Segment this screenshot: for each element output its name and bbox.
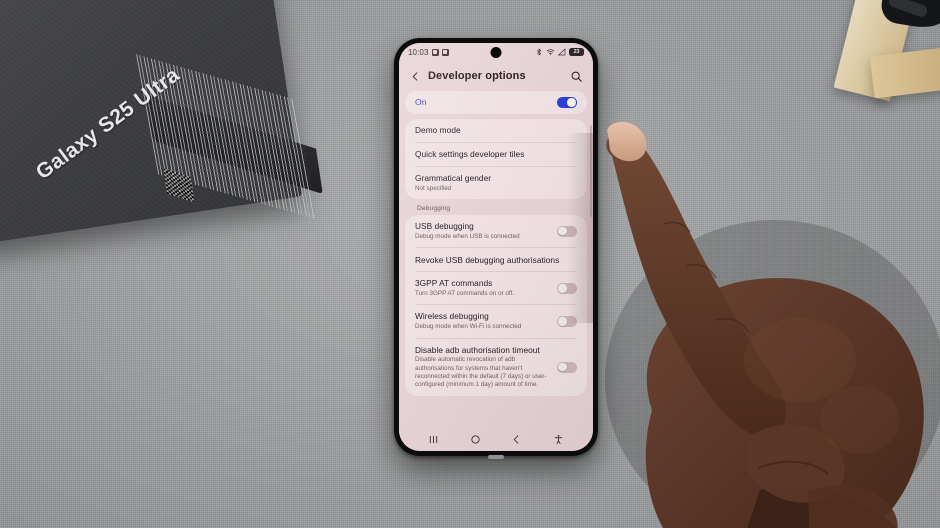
wireless-debugging-toggle[interactable] [557,316,577,328]
row-subtitle: Not specified [415,184,452,192]
row-subtitle: Debug mode when USB is connected [415,233,520,241]
status-bar-left: 10:03 [408,48,449,57]
row-wireless-debugging[interactable]: Wireless debugging Debug mode when Wi-Fi… [405,305,587,337]
3gpp-at-commands-toggle[interactable] [557,282,577,294]
row-disable-adb-authorisation-timeout[interactable]: Disable adb authorisation timeout Disabl… [405,339,587,396]
bluetooth-icon [537,48,542,56]
search-icon[interactable] [570,70,583,83]
app-bar: Developer options [399,61,593,91]
row-title: Grammatical gender [415,173,492,183]
product-box: Galaxy S25 Ultra [0,0,323,245]
finger-crease [715,317,749,333]
home-icon[interactable] [467,431,483,447]
master-toggle-card: On [405,91,587,114]
settings-group-debugging: USB debugging Debug mode when USB is con… [405,215,587,396]
settings-list[interactable]: On Demo mode Quick settings developer ti… [399,91,593,427]
finger-crease [685,263,717,279]
row-subtitle: Disable automatic revocation of adb auth… [415,356,547,389]
middle-finger [746,424,845,503]
media-icon [441,48,449,56]
finger-crease [663,221,691,233]
signal-icon [558,48,566,56]
scene: Galaxy S25 Ultra 10:03 23 Developer opti… [0,0,940,528]
navigation-bar [399,427,593,451]
hand-back [645,277,924,528]
hand-shadow [605,220,940,528]
row-3gpp-at-commands[interactable]: 3GPP AT commands Turn 3GPP AT commands o… [405,272,587,304]
row-subtitle: Debug mode when Wi-Fi is connected [415,323,522,331]
usb-debugging-toggle[interactable] [557,225,577,237]
section-header-debugging: Debugging [417,205,451,213]
wrist [747,487,897,528]
screenshot-icon [431,48,439,56]
knuckle-highlight [744,318,856,402]
row-demo-mode[interactable]: Demo mode [405,119,587,142]
fingernail [607,121,647,162]
knuckle-highlight [820,386,900,454]
back-icon[interactable] [509,431,525,447]
row-revoke-usb-debugging-authorisations[interactable]: Revoke USB debugging authorisations [405,248,587,271]
row-title: Wireless debugging [415,311,489,322]
page-title: Developer options [428,70,526,82]
front-camera-punch-hole [490,47,502,58]
row-title: USB debugging [415,221,474,232]
developer-options-toggle[interactable] [557,97,577,108]
settings-group-general: Demo mode Quick settings developer tiles… [405,119,587,200]
row-quick-settings-developer-tiles[interactable]: Quick settings developer tiles [405,143,587,166]
row-usb-debugging[interactable]: USB debugging Debug mode when USB is con… [405,215,587,247]
row-subtitle: Turn 3GPP AT commands on or off. [415,290,515,298]
row-title: On [415,97,427,108]
wood-plank-lower [869,47,940,99]
knuckle-crease [757,460,829,475]
row-title: Disable adb authorisation timeout [415,344,540,355]
accessibility-icon[interactable] [550,431,566,447]
status-bar-clock: 10:03 [408,47,429,57]
wifi-icon [546,49,555,56]
phone-device: 10:03 23 Developer options On Demo mode … [394,38,598,456]
scrollbar[interactable] [589,125,592,217]
index-finger [606,131,787,437]
wooden-object [826,0,940,104]
back-arrow-icon[interactable] [409,70,421,82]
row-developer-options-on[interactable]: On [405,91,587,114]
ring-finger [808,485,898,528]
row-grammatical-gender[interactable]: Grammatical gender Not specified [405,167,587,199]
recents-icon[interactable] [426,431,442,447]
battery-indicator: 23 [569,48,584,56]
row-title: Revoke USB debugging authorisations [415,254,560,265]
row-title: 3GPP AT commands [415,278,493,289]
status-bar-right: 23 [535,48,584,56]
disable-adb-authorisation-timeout-toggle[interactable] [557,361,577,373]
row-title: Demo mode [415,125,461,136]
phone-screen: 10:03 23 Developer options On Demo mode … [399,43,593,451]
hand [605,121,940,528]
row-title: Quick settings developer tiles [415,149,525,160]
